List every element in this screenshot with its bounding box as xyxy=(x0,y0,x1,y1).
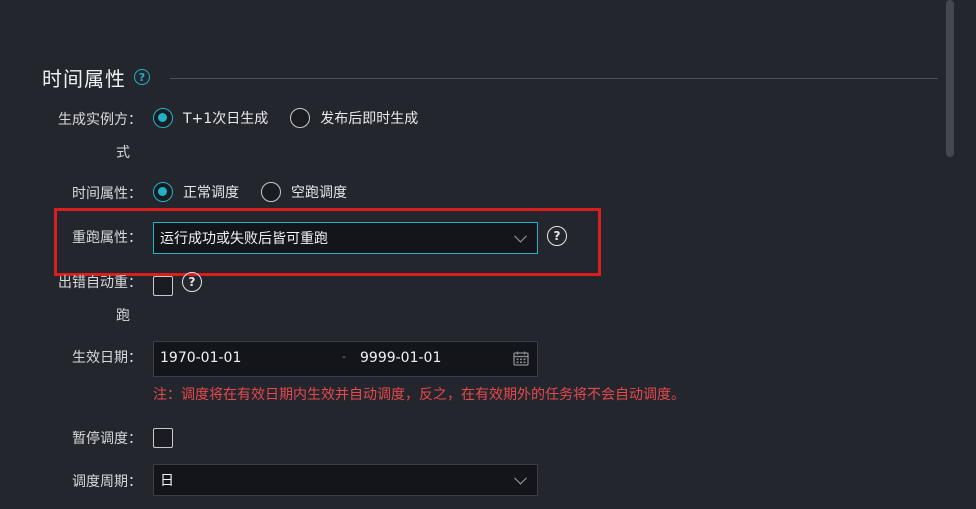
radio-unchecked-icon xyxy=(290,108,311,128)
chevron-down-icon xyxy=(514,229,527,243)
cycle-select[interactable]: 日 xyxy=(153,464,538,496)
radio-dry-run-schedule[interactable]: 空跑调度 xyxy=(261,182,347,202)
auto-rerun-help-icon[interactable]: ? xyxy=(182,272,202,292)
instance-mode-label-wrap: 式 xyxy=(116,145,130,161)
rerun-select-value: 运行成功或失败后皆可重跑 xyxy=(160,231,328,247)
radio-t-plus-1-label: T+1次日生成 xyxy=(183,111,269,127)
radio-immediate-label: 发布后即时生成 xyxy=(320,111,419,127)
effective-date-range-picker[interactable]: 1970-01-01 - 9999-01-01 xyxy=(153,341,538,377)
instance-mode-label: 生成实例方： xyxy=(58,112,142,128)
effective-date-note: 注：调度将在有效日期内生效并自动调度，反之，在有效期外的任务将不会自动调度。 xyxy=(153,387,685,403)
rerun-label: 重跑属性： xyxy=(72,230,142,246)
rerun-select[interactable]: 运行成功或失败后皆可重跑 xyxy=(153,222,538,254)
pause-label: 暂停调度： xyxy=(72,431,142,447)
radio-checked-icon xyxy=(153,182,173,202)
pause-checkbox[interactable] xyxy=(153,428,173,448)
date-separator: - xyxy=(342,350,346,363)
rerun-help-icon[interactable]: ? xyxy=(547,226,567,246)
cycle-label: 调度周期： xyxy=(72,474,142,490)
radio-dry-run-schedule-label: 空跑调度 xyxy=(291,185,347,201)
radio-immediate[interactable]: 发布后即时生成 xyxy=(290,108,418,128)
instance-mode-radio-group: T+1次日生成 发布后即时生成 xyxy=(153,108,440,128)
auto-rerun-label-wrap: 跑 xyxy=(116,308,130,324)
radio-t-plus-1[interactable]: T+1次日生成 xyxy=(153,108,268,128)
radio-normal-schedule-label: 正常调度 xyxy=(183,185,239,201)
time-attr-radio-group: 正常调度 空跑调度 xyxy=(153,182,369,202)
chevron-down-icon xyxy=(514,471,527,485)
section-divider xyxy=(170,78,938,79)
radio-unchecked-icon xyxy=(261,182,281,202)
calendar-icon[interactable] xyxy=(513,351,529,366)
radio-normal-schedule[interactable]: 正常调度 xyxy=(153,182,239,202)
radio-checked-icon xyxy=(153,108,173,128)
section-header: 时间属性 ? xyxy=(42,62,150,92)
date-end-input[interactable]: 9999-01-01 xyxy=(360,350,441,366)
cycle-select-value: 日 xyxy=(160,473,174,489)
auto-rerun-checkbox[interactable] xyxy=(153,276,173,296)
time-attr-label: 时间属性： xyxy=(72,186,142,202)
date-start-input[interactable]: 1970-01-01 xyxy=(160,350,241,366)
auto-rerun-label: 出错自动重： xyxy=(58,275,142,291)
effective-date-label: 生效日期： xyxy=(72,350,142,366)
section-help-icon[interactable]: ? xyxy=(134,69,150,85)
scrollbar-thumb[interactable] xyxy=(946,0,954,157)
section-title: 时间属性 xyxy=(42,66,126,91)
